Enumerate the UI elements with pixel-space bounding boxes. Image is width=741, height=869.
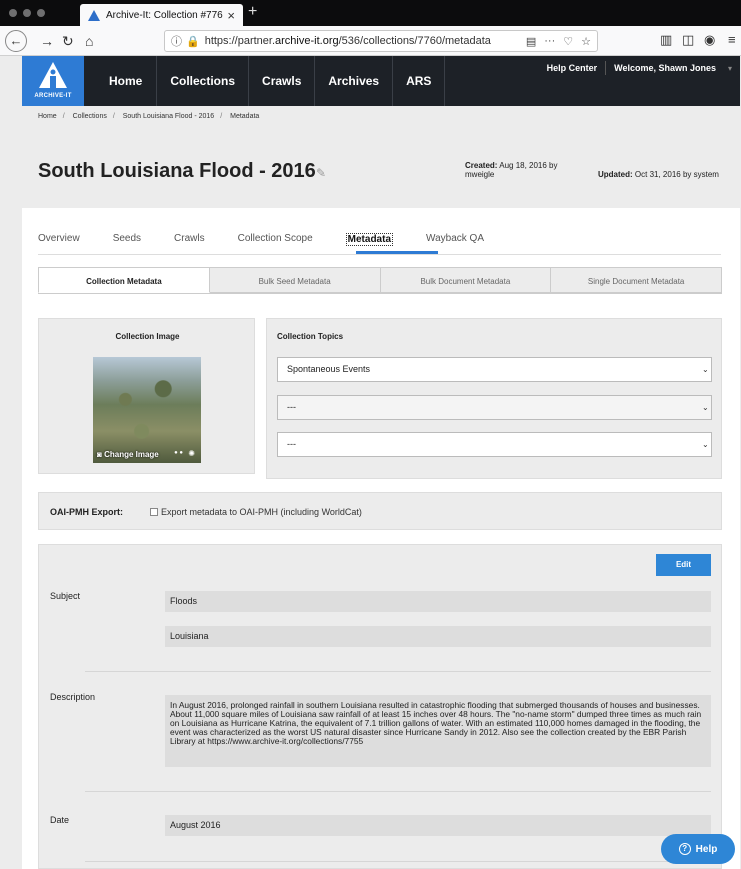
collection-image-heading: Collection Image bbox=[115, 332, 180, 341]
browser-tabbar: Archive-It: Collection #7760 × + bbox=[0, 0, 741, 26]
page-title-row: South Louisiana Flood - 2016 ✎ Created: … bbox=[22, 130, 741, 208]
checkbox-icon[interactable] bbox=[150, 508, 158, 516]
edit-title-pencil-icon[interactable]: ✎ bbox=[316, 166, 326, 180]
site-header: ARCHIVE-IT Home Collections Crawls Archi… bbox=[22, 56, 740, 106]
collection-image[interactable]: ◙ Change Image ● ● ✺ bbox=[93, 357, 201, 463]
nav-home[interactable]: Home bbox=[84, 56, 158, 106]
breadcrumb-current: Metadata bbox=[230, 113, 260, 120]
field-divider bbox=[85, 791, 711, 792]
date-label: Date bbox=[50, 815, 70, 825]
brand-wordmark: ARCHIVE-IT bbox=[34, 93, 72, 99]
forward-icon[interactable]: → bbox=[40, 32, 54, 50]
welcome-user-menu[interactable]: Welcome, Shawn Jones bbox=[606, 63, 724, 73]
tab-metadata[interactable]: Metadata bbox=[345, 233, 394, 246]
description-label: Description bbox=[50, 692, 96, 702]
select-arrow-icon: ⌄ bbox=[702, 440, 709, 449]
oai-pmh-label: OAI-PMH Export: bbox=[50, 507, 123, 517]
page-title: South Louisiana Flood - 2016 bbox=[38, 160, 316, 182]
tab-overview[interactable]: Overview bbox=[38, 233, 80, 246]
nav-crawls[interactable]: Crawls bbox=[249, 56, 316, 106]
help-center-link[interactable]: Help Center bbox=[539, 63, 606, 73]
question-icon: ? bbox=[678, 843, 691, 855]
collection-image-panel: Collection Image ◙ Change Image ● ● ✺ bbox=[38, 318, 255, 474]
subject-value: Louisiana bbox=[165, 626, 711, 647]
archive-it-logo[interactable]: ARCHIVE-IT bbox=[22, 56, 84, 106]
topic-select-3[interactable]: --- ⌄ bbox=[277, 432, 712, 457]
metadata-fields-panel: Edit Subject Floods Louisiana Descriptio… bbox=[38, 544, 722, 869]
info-icon[interactable]: ⓘ bbox=[171, 33, 182, 49]
tab-title: Archive-It: Collection #7760 bbox=[106, 9, 224, 21]
sidebar-icon[interactable]: ◫ bbox=[682, 32, 694, 48]
archive-it-favicon-icon bbox=[88, 9, 100, 21]
edit-button[interactable]: Edit bbox=[656, 554, 711, 576]
chevron-down-icon[interactable]: ▾ bbox=[720, 64, 740, 73]
tab-wayback-qa[interactable]: Wayback QA bbox=[426, 233, 484, 246]
nav-ars[interactable]: ARS bbox=[393, 56, 446, 106]
topic-select-2[interactable]: --- ⌄ bbox=[277, 395, 712, 420]
collection-topics-heading: Collection Topics bbox=[277, 332, 344, 341]
home-icon[interactable]: ⌂ bbox=[85, 32, 93, 50]
camera-icon: ◙ bbox=[97, 450, 102, 459]
created-info: Created: Aug 18, 2016 by mweigle bbox=[465, 161, 558, 179]
topic-select-1[interactable]: Spontaneous Events ⌄ bbox=[277, 357, 712, 382]
breadcrumb-home[interactable]: Home bbox=[38, 113, 57, 120]
tab-seeds[interactable]: Seeds bbox=[113, 233, 141, 246]
nav-collections[interactable]: Collections bbox=[157, 56, 250, 106]
collection-topics-panel: Collection Topics Spontaneous Events ⌄ --… bbox=[266, 318, 722, 479]
menu-icon[interactable]: ≡ bbox=[728, 32, 736, 47]
oai-pmh-export-panel: OAI-PMH Export: Export metadata to OAI-P… bbox=[38, 492, 722, 530]
url-text[interactable]: https://partner.archive-it.org/536/colle… bbox=[205, 35, 518, 47]
breadcrumb-collections[interactable]: Collections bbox=[73, 113, 107, 120]
page-actions-icon[interactable]: ··· bbox=[544, 35, 555, 47]
subject-value: Floods bbox=[165, 591, 711, 612]
select-arrow-icon: ⌄ bbox=[702, 403, 709, 412]
metadata-subtabs: Collection Metadata Bulk Seed Metadata B… bbox=[38, 267, 722, 294]
window-controls[interactable] bbox=[9, 9, 45, 17]
help-button[interactable]: ? Help bbox=[661, 834, 735, 864]
collection-tabs: Overview Seeds Crawls Collection Scope M… bbox=[38, 233, 517, 246]
browser-tab[interactable]: Archive-It: Collection #7760 × bbox=[80, 4, 243, 26]
lock-icon: 🔒 bbox=[186, 35, 200, 48]
gear-icon[interactable]: ✺ bbox=[188, 449, 195, 458]
extension-icon[interactable]: ◉ bbox=[704, 32, 715, 48]
field-divider bbox=[85, 861, 711, 862]
breadcrumb: Home / Collections / South Louisiana Flood… bbox=[38, 113, 260, 120]
tab-crawls[interactable]: Crawls bbox=[174, 233, 205, 246]
tabs-divider bbox=[38, 254, 721, 255]
archive-it-logo-icon bbox=[39, 62, 67, 88]
new-tab-icon[interactable]: + bbox=[248, 3, 257, 21]
active-tab-indicator bbox=[356, 251, 438, 254]
subject-label: Subject bbox=[50, 591, 81, 601]
subtab-single-document-metadata[interactable]: Single Document Metadata bbox=[551, 267, 722, 293]
breadcrumb-collection[interactable]: South Louisiana Flood - 2016 bbox=[123, 113, 214, 120]
library-icon[interactable]: ▥ bbox=[660, 32, 672, 48]
change-image-button[interactable]: ◙ Change Image bbox=[97, 450, 159, 459]
select-arrow-icon: ⌄ bbox=[702, 365, 709, 374]
oai-pmh-checkbox[interactable]: Export metadata to OAI-PMH (including Wo… bbox=[150, 507, 362, 517]
tab-collection-scope[interactable]: Collection Scope bbox=[238, 233, 313, 246]
close-tab-icon[interactable]: × bbox=[227, 8, 235, 23]
subtab-bulk-seed-metadata[interactable]: Bulk Seed Metadata bbox=[209, 267, 381, 293]
image-options-icon[interactable]: ● ● bbox=[174, 450, 183, 456]
pocket-icon[interactable]: ♡ bbox=[563, 35, 573, 48]
utility-nav: Help Center Welcome, Shawn Jones ▾ bbox=[539, 56, 740, 80]
main-nav: Home Collections Crawls Archives ARS bbox=[84, 56, 446, 106]
subtab-collection-metadata[interactable]: Collection Metadata bbox=[38, 267, 210, 293]
field-divider bbox=[85, 671, 711, 672]
nav-archives[interactable]: Archives bbox=[315, 56, 394, 106]
updated-info: Updated: Oct 31, 2016 by system bbox=[598, 170, 719, 179]
url-bar[interactable]: ⓘ 🔒 https://partner.archive-it.org/536/c… bbox=[164, 30, 598, 52]
description-value: In August 2016, prolonged rainfall in so… bbox=[165, 695, 711, 767]
bookmark-star-icon[interactable]: ☆ bbox=[581, 35, 591, 48]
reader-view-icon[interactable]: ▤ bbox=[526, 35, 536, 48]
subtab-bulk-document-metadata[interactable]: Bulk Document Metadata bbox=[380, 267, 552, 293]
reload-icon[interactable]: ↻ bbox=[62, 32, 74, 50]
back-icon[interactable]: ← bbox=[5, 30, 27, 52]
date-value: August 2016 bbox=[165, 815, 711, 836]
browser-navbar: ← → ↻ ⌂ ⓘ 🔒 https://partner.archive-it.o… bbox=[0, 26, 741, 56]
